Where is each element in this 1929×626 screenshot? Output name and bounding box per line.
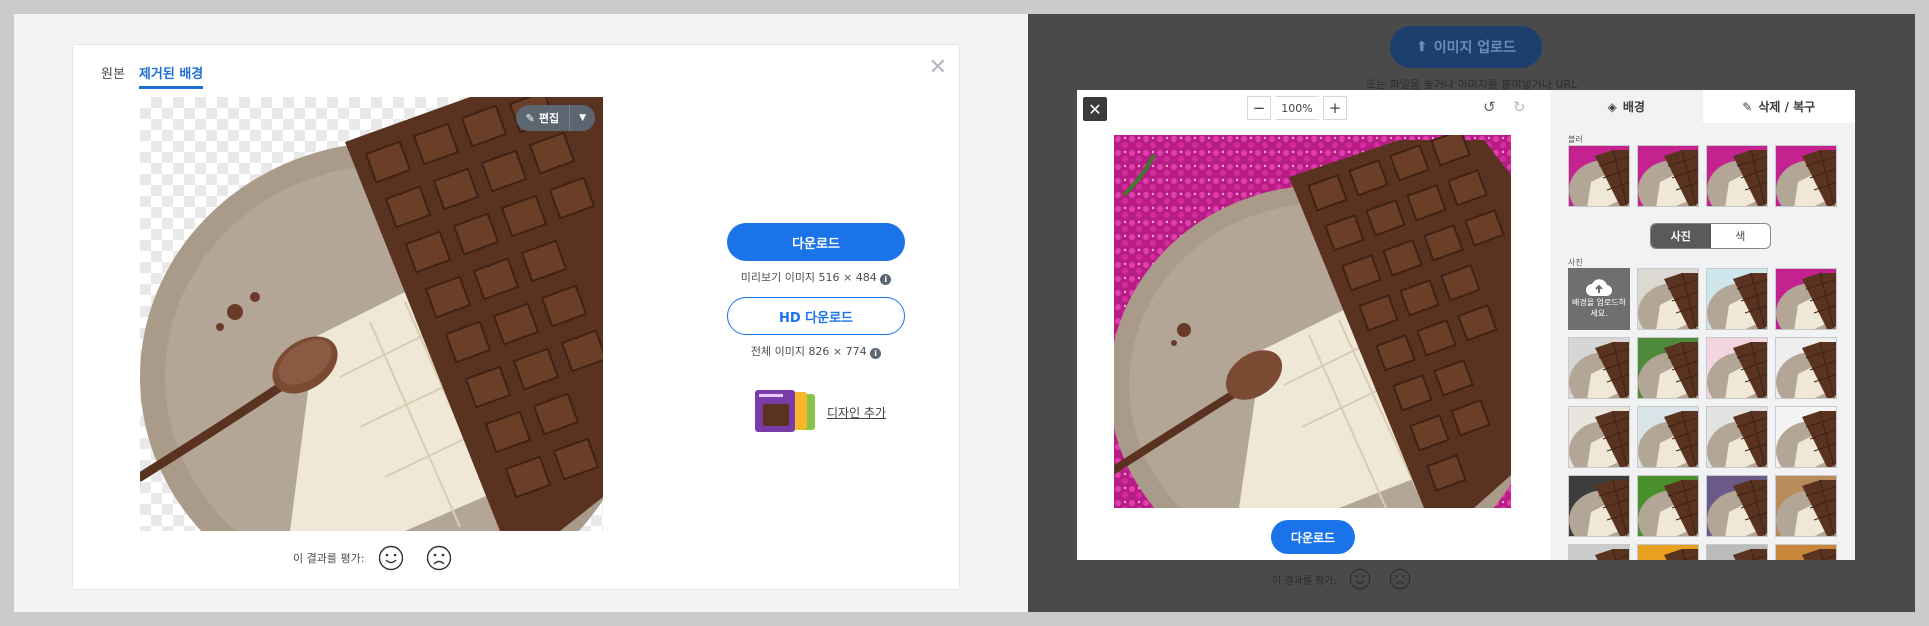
blur-label: 블러 — [1568, 135, 1583, 144]
photo-background-thumb[interactable] — [1706, 544, 1768, 560]
side-tabs: ◈ 배경 ✎ 삭제 / 복구 — [1550, 90, 1855, 123]
photo-background-thumb[interactable] — [1775, 406, 1837, 468]
photo-background-thumb[interactable] — [1775, 268, 1837, 330]
rating-label: 이 결과를 평가: — [1272, 575, 1337, 587]
layers-icon: ◈ — [1607, 99, 1617, 114]
undo-icon[interactable]: ↺ — [1483, 98, 1496, 116]
happy-face-icon — [1349, 568, 1371, 590]
result-image: ✎ 편집 ▼ — [140, 97, 603, 531]
photo-background-thumb[interactable] — [1637, 406, 1699, 468]
photo-background-thumb[interactable] — [1706, 475, 1768, 537]
edit-label: 편집 — [538, 112, 560, 125]
tab-background[interactable]: ◈ 배경 — [1550, 90, 1703, 123]
zoom-control: − 100% + — [1247, 96, 1347, 120]
add-design-label[interactable]: 디자인 추가 — [827, 404, 886, 421]
background-rating-row: 이 결과를 평가: — [1272, 568, 1411, 590]
left-panel: 원본 제거된 배경 ✕ ✎ 편집 ▼ 이 결과를 평가: 다운로드 미리보기 이… — [14, 14, 1028, 612]
edited-image — [1114, 135, 1511, 508]
brush-icon: ✎ — [1742, 99, 1753, 114]
background-editor-modal: ✕ − 100% + ↺ ↻ 다운로드 ◈ 배경 ✎ 삭제 / 복구 블러 사진… — [1077, 90, 1855, 560]
photo-label: 사진 — [1568, 258, 1583, 267]
photo-background-thumb[interactable] — [1637, 475, 1699, 537]
tab-background-label: 배경 — [1622, 100, 1645, 114]
photo-background-thumb[interactable] — [1775, 337, 1837, 399]
cloud-upload-icon — [1586, 279, 1612, 297]
zoom-level: 100% — [1275, 96, 1319, 120]
chevron-down-icon[interactable]: ▼ — [570, 113, 595, 123]
editor-overlay: ⬆ 이미지 업로드 또는 파일을 놓거나 이미지를 붙여넣거나 URL 이 결과… — [1028, 14, 1915, 612]
full-size-text: 전체 이미지 826 × 774 — [750, 345, 867, 358]
modal-download-button[interactable]: 다운로드 — [1271, 520, 1355, 554]
photo-background-thumb[interactable] — [1775, 544, 1837, 560]
download-button[interactable]: 다운로드 — [727, 223, 905, 261]
blur-thumb[interactable] — [1568, 145, 1630, 207]
design-thumbs-icon — [755, 390, 815, 432]
tab-original[interactable]: 원본 — [101, 63, 125, 89]
edit-button[interactable]: ✎ 편집 ▼ — [515, 105, 595, 131]
upload-background-label: 배경을 업로드하세요. — [1571, 298, 1627, 318]
photo-background-thumb[interactable] — [1568, 337, 1630, 399]
upload-background-button[interactable]: 배경을 업로드하세요. — [1568, 268, 1630, 330]
photo-background-thumb[interactable] — [1568, 475, 1630, 537]
rating-row: 이 결과를 평가: — [293, 545, 452, 571]
upload-icon: ⬆ — [1416, 39, 1428, 55]
close-icon[interactable]: ✕ — [929, 57, 947, 79]
tab-removed-background[interactable]: 제거된 배경 — [138, 63, 204, 89]
full-caption: 전체 이미지 826 × 774 i — [727, 343, 905, 359]
toggle-color[interactable]: 색 — [1711, 224, 1771, 248]
tab-erase-label: 삭제 / 복구 — [1758, 100, 1816, 114]
info-icon[interactable]: i — [870, 348, 882, 359]
preview-caption: 미리보기 이미지 516 × 484 i — [727, 269, 905, 285]
blur-thumb[interactable] — [1706, 145, 1768, 207]
info-icon[interactable]: i — [880, 274, 892, 285]
tab-erase-restore[interactable]: ✎ 삭제 / 복구 — [1702, 90, 1855, 123]
toggle-photo[interactable]: 사진 — [1651, 224, 1711, 248]
zoom-in-button[interactable]: + — [1323, 96, 1347, 120]
hd-download-button[interactable]: HD 다운로드 — [727, 297, 905, 335]
photo-background-thumb[interactable] — [1706, 268, 1768, 330]
happy-face-icon[interactable] — [378, 545, 404, 571]
rating-label: 이 결과를 평가: — [293, 552, 365, 565]
zoom-out-button[interactable]: − — [1247, 96, 1271, 120]
photo-color-toggle: 사진 색 — [1650, 223, 1771, 249]
blur-thumb[interactable] — [1775, 145, 1837, 207]
add-design-link[interactable]: 디자인 추가 — [753, 390, 886, 434]
redo-icon[interactable]: ↻ — [1513, 98, 1526, 116]
preview-size-text: 미리보기 이미지 516 × 484 — [740, 271, 877, 284]
photo-background-thumb[interactable] — [1637, 337, 1699, 399]
blur-thumb[interactable] — [1637, 145, 1699, 207]
upload-image-button[interactable]: ⬆ 이미지 업로드 — [1390, 26, 1542, 68]
edit-main[interactable]: ✎ 편집 — [516, 105, 571, 131]
result-card: 원본 제거된 배경 ✕ ✎ 편집 ▼ 이 결과를 평가: 다운로드 미리보기 이… — [72, 44, 960, 590]
chocolate-on-flowers-image — [1114, 135, 1511, 508]
sad-face-icon[interactable] — [426, 545, 452, 571]
photo-background-thumb[interactable] — [1706, 406, 1768, 468]
upload-label: 이미지 업로드 — [1433, 40, 1516, 56]
photo-background-thumb[interactable] — [1637, 268, 1699, 330]
photo-background-thumb[interactable] — [1568, 544, 1630, 560]
brush-icon: ✎ — [525, 111, 535, 125]
chocolate-cutout-image — [140, 97, 603, 531]
close-icon[interactable]: ✕ — [1083, 97, 1107, 121]
photo-background-thumb[interactable] — [1568, 406, 1630, 468]
sad-face-icon — [1389, 568, 1411, 590]
view-tabs: 원본 제거된 배경 — [101, 63, 204, 89]
background-options-panel: ◈ 배경 ✎ 삭제 / 복구 블러 사진 색 사진 배경을 업로드하세요. — [1550, 90, 1855, 560]
photo-background-thumb[interactable] — [1637, 544, 1699, 560]
photo-background-thumb[interactable] — [1706, 337, 1768, 399]
photo-background-thumb[interactable] — [1775, 475, 1837, 537]
